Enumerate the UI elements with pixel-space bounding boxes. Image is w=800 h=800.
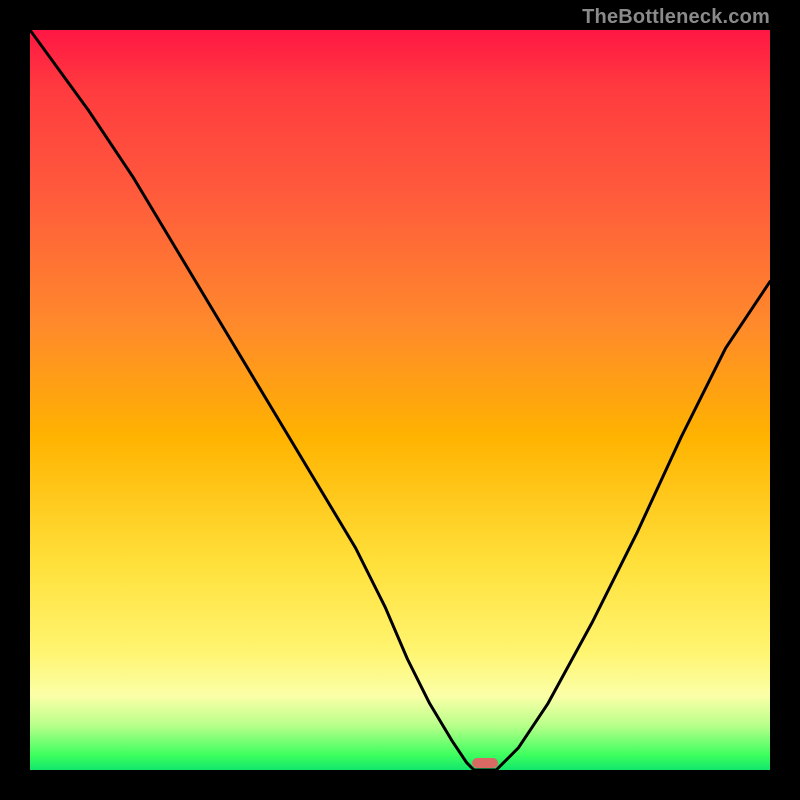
bottleneck-curve xyxy=(30,30,770,770)
chart-frame: TheBottleneck.com xyxy=(0,0,800,800)
plot-area xyxy=(30,30,770,770)
watermark-text: TheBottleneck.com xyxy=(582,6,770,29)
curve-layer xyxy=(30,30,770,770)
optimal-marker xyxy=(472,758,498,768)
